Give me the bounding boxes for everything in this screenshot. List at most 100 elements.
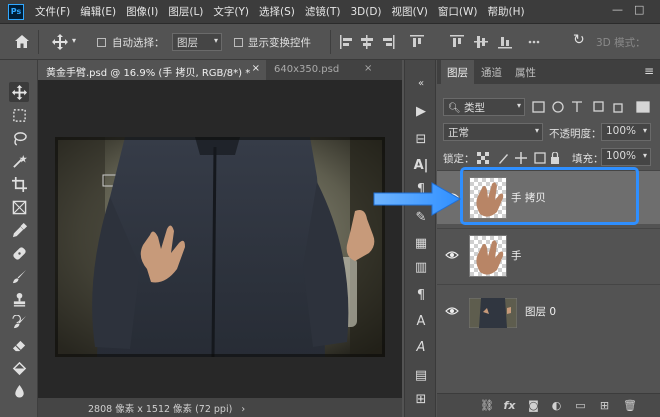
eye-icon[interactable] (445, 248, 459, 262)
layers-panel: 图层 通道 属性 ≡ 🔍︎ 类型 ▾ 正常 ▾ 不透明度： 100% ▾ 锁定： (437, 60, 660, 417)
auto-select-value: 图层 (177, 37, 198, 49)
crop-tool[interactable] (9, 174, 29, 194)
maximize-icon[interactable]: □ (634, 3, 644, 16)
layer-name[interactable]: 图层 0 (525, 304, 556, 319)
magic-wand-tool[interactable] (9, 151, 29, 171)
tab-golden-arm[interactable]: 黄金手臂.psd @ 16.9% (手 拷贝, RGB/8*) * × (38, 60, 266, 80)
menu-help[interactable]: 帮助(H) (483, 4, 530, 19)
history-brush-icon (11, 314, 26, 328)
home-icon[interactable] (14, 34, 30, 49)
swatches-icon[interactable]: ▦ (413, 236, 429, 252)
menu-layer[interactable]: 图层(L) (163, 4, 208, 19)
menu-window[interactable]: 窗口(W) (433, 4, 483, 19)
grid-icon[interactable]: ⊞ (413, 392, 429, 408)
menu-type[interactable]: 文字(Y) (208, 4, 254, 19)
new-layer-icon[interactable]: ⊞ (598, 399, 611, 412)
group-icon[interactable]: ▭ (574, 399, 587, 412)
double-chevron-icon[interactable]: « (413, 76, 429, 92)
fill-label: 填充： (572, 153, 604, 165)
crop-icon (11, 176, 27, 192)
panel-menu-icon[interactable]: ≡ (644, 64, 654, 78)
filter-icons[interactable] (532, 101, 652, 113)
frame-tool[interactable] (9, 197, 29, 217)
menu-bar: Ps 文件(F) 编辑(E) 图像(I) 图层(L) 文字(Y) 选择(S) 滤… (0, 0, 660, 24)
tab-640x350[interactable]: 640x350.psd × (266, 60, 402, 80)
eraser-tool[interactable] (9, 335, 29, 355)
close-icon[interactable]: × (364, 63, 372, 74)
show-transform-checkbox[interactable] (234, 38, 243, 47)
move-tool[interactable] (9, 82, 29, 102)
marquee-tool[interactable] (9, 105, 29, 125)
move-tool-icon[interactable] (52, 34, 68, 50)
paint-bucket-icon (12, 361, 26, 375)
layer-row-hand[interactable]: 手 (437, 228, 660, 282)
magic-wand-icon (12, 154, 27, 168)
character-styles-icon[interactable]: A (413, 314, 429, 330)
blend-mode-value: 正常 (448, 127, 469, 139)
close-icon[interactable]: × (252, 63, 260, 74)
glyphs-icon[interactable]: ¶ (413, 288, 429, 304)
layer-name[interactable]: 手 (511, 248, 522, 263)
character-icon[interactable]: A| (413, 158, 429, 174)
chevron-down-icon[interactable]: ▾ (72, 36, 76, 45)
tab-layers[interactable]: 图层 (441, 60, 474, 84)
channels-icon[interactable]: ▥ (413, 260, 429, 276)
menu-3d[interactable]: 3D(D) (345, 6, 386, 18)
document-tabs: 黄金手臂.psd @ 16.9% (手 拷贝, RGB/8*) * × 640x… (38, 60, 402, 80)
menu-filter[interactable]: 滤镜(T) (300, 4, 346, 19)
menu-select[interactable]: 选择(S) (254, 4, 300, 19)
history-icon[interactable]: ▶ (413, 104, 429, 120)
blend-mode-dropdown[interactable]: 正常 ▾ (443, 123, 543, 141)
chevron-right-icon[interactable]: › (241, 404, 245, 415)
eyedropper-icon (12, 222, 27, 237)
eyedropper-tool[interactable] (9, 220, 29, 240)
fill-input[interactable]: 100% ▾ (601, 148, 651, 166)
lasso-tool[interactable] (9, 128, 29, 148)
fx-icon[interactable]: fx (503, 399, 516, 412)
eye-icon[interactable] (445, 304, 459, 318)
delete-icon[interactable]: 🗑︎ (623, 399, 637, 412)
marquee-icon (12, 108, 26, 122)
filter-kind-dropdown[interactable]: 🔍︎ 类型 ▾ (443, 98, 525, 116)
history-brush-tool[interactable] (9, 312, 29, 332)
stamp-tool[interactable] (9, 289, 29, 309)
tab-channels[interactable]: 通道 (475, 60, 508, 84)
show-transform-label: 显示变换控件 (248, 37, 311, 49)
properties-icon[interactable]: ⊟ (413, 132, 429, 148)
opacity-input[interactable]: 100% ▾ (601, 123, 651, 141)
auto-select-dropdown[interactable]: 图层 ▾ (172, 33, 222, 51)
3d-mode-label: 3D 模式： (596, 37, 646, 49)
healing-tool[interactable] (9, 243, 29, 263)
tab-properties[interactable]: 属性 (509, 60, 542, 84)
adjustment-icon[interactable]: ◐ (550, 399, 563, 412)
document-photo[interactable] (55, 137, 385, 357)
layer-row-layer-0[interactable]: 图层 0 (437, 284, 660, 338)
menu-image[interactable]: 图像(I) (121, 4, 163, 19)
collapsed-panels-strip: « ▶ ⊟ A| ¶ ✎ ▦ ▥ ¶ A A ▤ ⊞ (404, 60, 436, 417)
align-icons[interactable] (340, 35, 540, 49)
lasso-icon (13, 131, 27, 146)
menu-view[interactable]: 视图(V) (387, 4, 433, 19)
move-icon (11, 84, 27, 100)
layer-thumbnail (469, 298, 517, 328)
layers-bottom-bar: ⛓ fx ◙ ◐ ▭ ⊞ 🗑︎ (437, 393, 660, 417)
link-icon[interactable]: ⛓ (480, 399, 494, 412)
opacity-value: 100% (606, 125, 637, 137)
layer-comps-icon[interactable]: ▤ (413, 368, 429, 384)
blur-tool[interactable] (9, 381, 29, 401)
minimize-icon[interactable]: — (612, 3, 623, 16)
menu-file[interactable]: 文件(F) (30, 4, 75, 19)
font-icon[interactable]: A (413, 340, 429, 356)
brush-icon (12, 269, 26, 283)
lock-icons[interactable] (477, 152, 559, 164)
mask-icon[interactable]: ◙ (527, 399, 540, 412)
auto-select-checkbox[interactable] (97, 38, 106, 47)
water-drop-icon (14, 384, 24, 398)
3d-rotate-icon[interactable]: ↻ (573, 32, 585, 48)
tab-label: 黄金手臂.psd @ 16.9% (手 拷贝, RGB/8*) * (46, 68, 251, 79)
stamp-icon (13, 292, 25, 307)
right-arrow-icon (373, 182, 462, 216)
gradient-tool[interactable] (9, 358, 29, 378)
menu-edit[interactable]: 编辑(E) (75, 4, 121, 19)
brush-tool[interactable] (9, 266, 29, 286)
